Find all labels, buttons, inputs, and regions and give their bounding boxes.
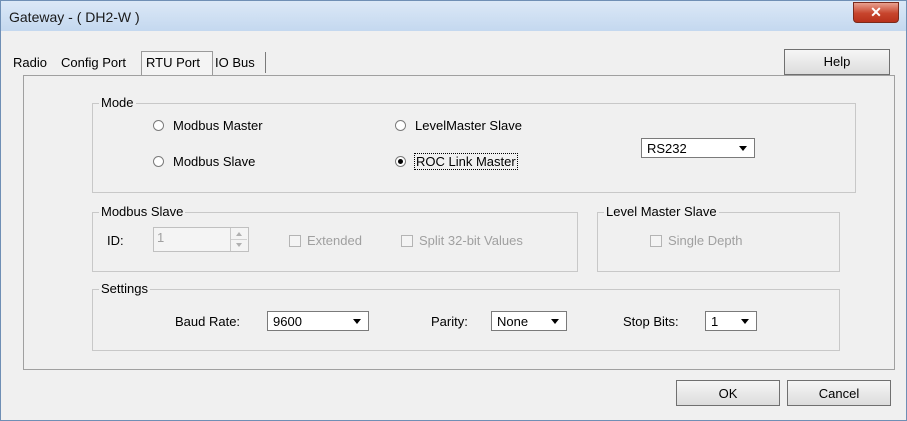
- close-button[interactable]: ✕: [853, 2, 899, 23]
- chevron-down-icon: [741, 319, 749, 324]
- radio-circle: [395, 120, 406, 131]
- stop-bits-select[interactable]: 1: [705, 311, 757, 331]
- single-depth-checkbox[interactable]: Single Depth: [650, 233, 742, 248]
- dialog-client: Radio Config Port RTU Port IO Bus Help M…: [9, 32, 897, 412]
- baud-rate-label: Baud Rate:: [175, 314, 241, 329]
- checkbox-box: [401, 234, 413, 247]
- split-32bit-checkbox[interactable]: Split 32-bit Values: [401, 233, 523, 248]
- stop-bits-value: 1: [711, 314, 719, 329]
- id-value: 1: [157, 230, 165, 245]
- chevron-down-icon: [551, 319, 559, 324]
- baud-rate-select[interactable]: 9600: [267, 311, 369, 331]
- baud-rate-value: 9600: [273, 314, 302, 329]
- title-bar: Gateway - ( DH2-W ) ✕: [1, 1, 906, 31]
- radio-label: LevelMaster Slave: [415, 118, 522, 133]
- mode-group: Mode Modbus Master Modbus Slave LevelMas…: [92, 95, 856, 193]
- radio-levelmaster-slave[interactable]: LevelMaster Slave: [395, 118, 522, 133]
- ok-button[interactable]: OK: [676, 380, 780, 406]
- tab-radio[interactable]: Radio: [9, 52, 58, 73]
- parity-label: Parity:: [431, 314, 468, 329]
- tab-config-port[interactable]: Config Port: [57, 52, 144, 73]
- radio-circle: [153, 156, 164, 167]
- stop-bits-label: Stop Bits:: [623, 314, 679, 329]
- radio-roc-link-master[interactable]: ROC Link Master: [395, 153, 518, 170]
- spinner-buttons[interactable]: [230, 228, 248, 251]
- id-label: ID:: [107, 233, 124, 248]
- mode-group-label: Mode: [99, 95, 136, 110]
- parity-value: None: [497, 314, 529, 329]
- gateway-dialog: Gateway - ( DH2-W ) ✕ Radio Config Port …: [0, 0, 907, 421]
- chevron-down-icon: [739, 146, 747, 151]
- tab-label: IO Bus: [215, 55, 255, 70]
- radio-label: ROC Link Master: [414, 153, 518, 170]
- tab-label: RTU Port: [146, 55, 200, 70]
- settings-group: Settings Baud Rate: 9600 Parity: None St…: [92, 281, 840, 351]
- settings-group-label: Settings: [99, 281, 150, 296]
- tab-label: Config Port: [61, 55, 127, 70]
- parity-select[interactable]: None: [491, 311, 567, 331]
- spinner-arrows-icon: [231, 232, 247, 247]
- window-title: Gateway - ( DH2-W ): [9, 9, 140, 25]
- cancel-button[interactable]: Cancel: [787, 380, 891, 406]
- interface-select[interactable]: RS232: [641, 138, 755, 158]
- radio-circle: [153, 120, 164, 131]
- extended-checkbox[interactable]: Extended: [289, 233, 362, 248]
- checkbox-box: [289, 234, 301, 247]
- id-spinner[interactable]: 1: [153, 227, 249, 252]
- radio-label: Modbus Master: [173, 118, 263, 133]
- help-button[interactable]: Help: [784, 49, 890, 75]
- checkbox-label: Extended: [307, 233, 362, 248]
- checkbox-label: Split 32-bit Values: [419, 233, 523, 248]
- radio-modbus-slave[interactable]: Modbus Slave: [153, 154, 255, 169]
- interface-value: RS232: [647, 141, 687, 156]
- radio-circle-selected: [395, 156, 406, 167]
- radio-label: Modbus Slave: [173, 154, 256, 169]
- radio-modbus-master[interactable]: Modbus Master: [153, 118, 263, 133]
- level-master-slave-group: Level Master Slave Single Depth: [597, 204, 840, 272]
- modbus-slave-group: Modbus Slave ID: 1 Extended Split 32-bit…: [92, 204, 578, 272]
- chevron-down-icon: [353, 319, 361, 324]
- modbus-slave-group-label: Modbus Slave: [99, 204, 186, 219]
- checkbox-box: [650, 234, 662, 247]
- rtu-port-panel: Mode Modbus Master Modbus Slave LevelMas…: [23, 75, 895, 370]
- checkbox-label: Single Depth: [668, 233, 743, 248]
- level-master-slave-group-label: Level Master Slave: [604, 204, 719, 219]
- tab-io-bus[interactable]: IO Bus: [211, 52, 266, 73]
- tab-rtu-port[interactable]: RTU Port: [141, 51, 213, 75]
- tab-label: Radio: [13, 55, 47, 70]
- close-icon: ✕: [870, 4, 882, 20]
